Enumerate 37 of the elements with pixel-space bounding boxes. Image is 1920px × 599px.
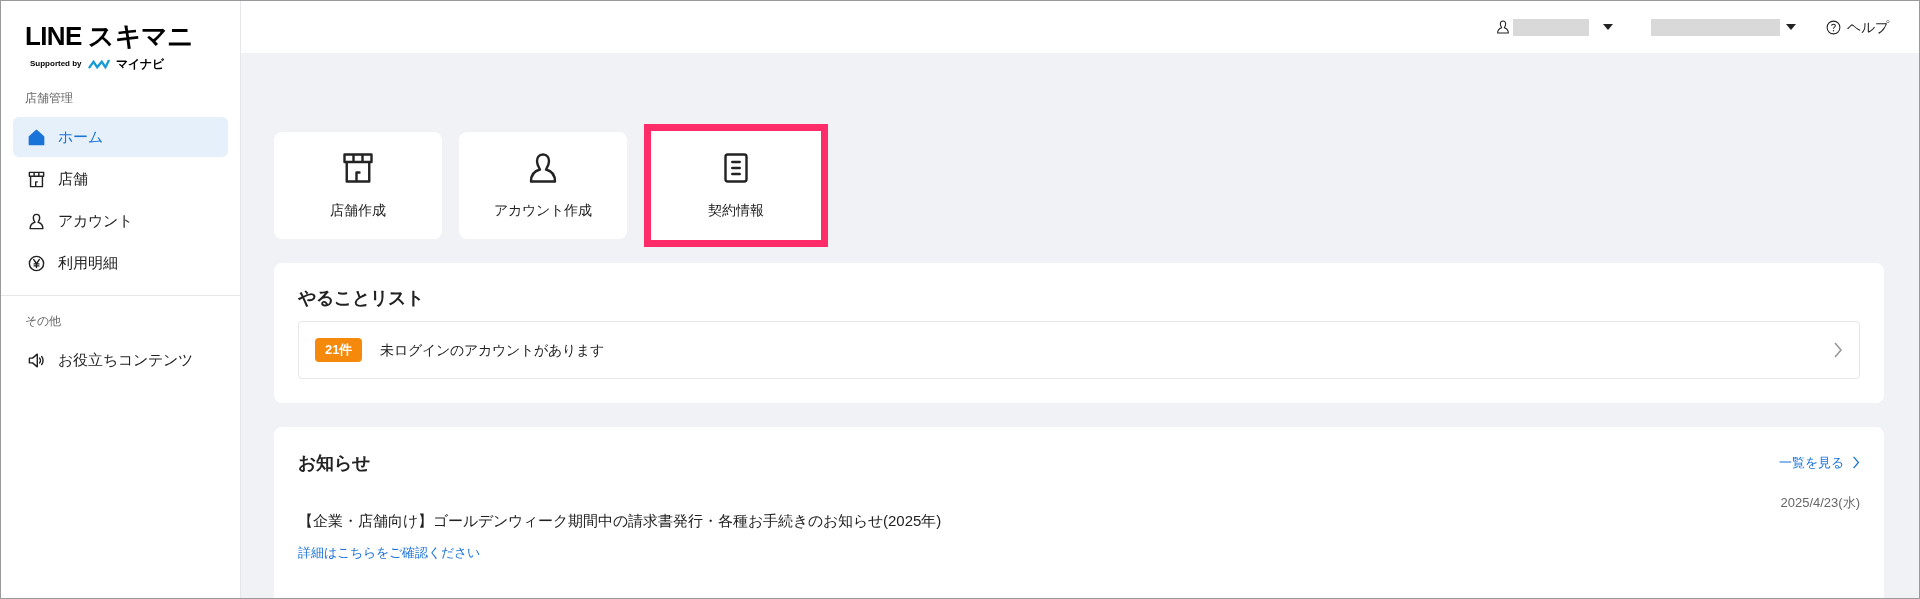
help-link[interactable]: ヘルプ (1826, 16, 1889, 38)
user-icon (1495, 19, 1511, 35)
details-link[interactable]: 詳細はこちらをご確認ください (298, 542, 480, 562)
sidebar-item[interactable]: 利用明細 (13, 243, 228, 283)
help-icon (1826, 19, 1841, 35)
news-date: 2025/4/23(水) (1780, 493, 1860, 512)
logo-title: LINE スキマニ (25, 23, 195, 49)
partner-name: マイナビ (115, 56, 164, 73)
todo-title: やることリスト (298, 289, 425, 307)
user-menu[interactable] (1495, 18, 1613, 36)
caret-icon (1786, 24, 1796, 30)
sidebar-item[interactable]: 店舗 (13, 159, 228, 199)
news-title: お知らせ (298, 453, 370, 472)
yen-icon (27, 253, 46, 273)
view-all-link[interactable]: 一覧を見る (1779, 453, 1860, 473)
sidebar-item[interactable]: アカウント (13, 201, 228, 241)
chevron-right-icon (1833, 342, 1843, 358)
section-label: 店舗管理 (24, 90, 74, 107)
speaker-icon (27, 350, 46, 370)
store-icon (27, 169, 46, 189)
todo-text: 未ログインのアカウントがあります (380, 340, 606, 360)
chevron-right-icon (1852, 456, 1860, 470)
news-headline: 【企業・店舗向け】ゴールデンウィーク期間中の請求書発行・各種お手続きのお知らせ(2025年) (298, 511, 943, 531)
shortcut-card[interactable]: 店舗作成 (274, 132, 442, 239)
home-icon (27, 127, 46, 147)
shortcut-card[interactable]: 契約情報 (644, 124, 828, 247)
supported-by-text: Supported by (30, 58, 82, 70)
store-icon (340, 150, 376, 186)
user-icon (27, 211, 46, 231)
sidebar-item[interactable]: ホーム (13, 117, 228, 157)
todo-item[interactable]: 21件 未ログインのアカウントがあります (298, 321, 1860, 379)
section-label: その他 (24, 313, 62, 330)
sidebar-item[interactable]: お役立ちコンテンツ (13, 340, 228, 380)
shortcut-card[interactable]: アカウント作成 (459, 132, 627, 239)
count-badge: 21件 (315, 338, 363, 362)
wave-logo-icon (87, 58, 110, 70)
caret-icon (1603, 24, 1613, 30)
